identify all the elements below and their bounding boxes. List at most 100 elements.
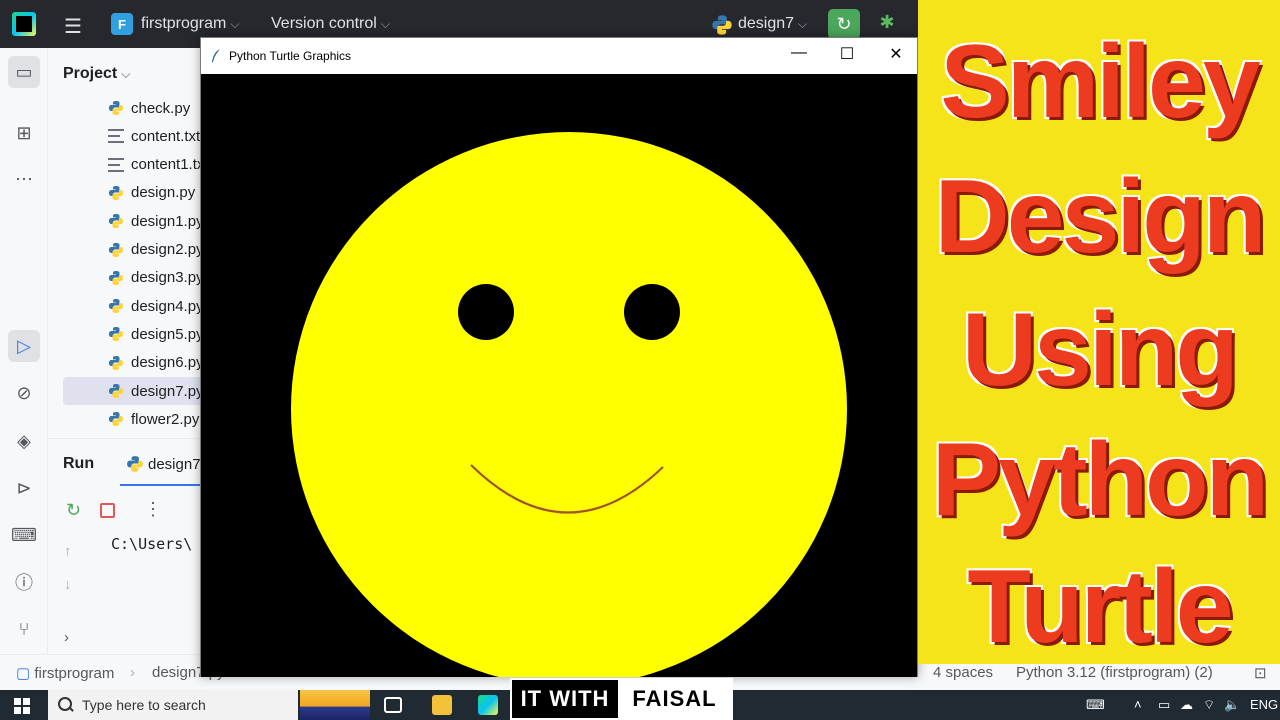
- more-icon: ⋯: [15, 168, 33, 189]
- python-icon: [109, 185, 123, 200]
- module-icon: ▢: [16, 665, 31, 682]
- more-options-icon[interactable]: ⋮: [144, 499, 162, 520]
- file-name: design.py: [131, 184, 196, 202]
- file-name: design6.py: [131, 354, 204, 372]
- services-button[interactable]: ⊳: [8, 472, 40, 504]
- python-icon: [109, 270, 123, 285]
- layers-icon: ◈: [17, 430, 31, 451]
- maximize-button[interactable]: ☐: [827, 44, 867, 68]
- tray-language-icon[interactable]: ENG: [1250, 697, 1278, 712]
- project-switcher[interactable]: firstprogram ⌵: [141, 15, 239, 33]
- active-tab-underline: [120, 484, 200, 486]
- file-name: design5.py: [131, 325, 204, 343]
- python-console-button[interactable]: ⊘: [8, 377, 40, 409]
- panel-divider: [48, 438, 208, 439]
- pycharm-taskbar-icon[interactable]: [478, 695, 498, 715]
- turtle-canvas: [201, 74, 917, 677]
- file-explorer-icon[interactable]: [432, 695, 452, 715]
- file-name: design7.py: [131, 382, 204, 400]
- task-view-icon[interactable]: [384, 697, 402, 713]
- channel-name-part2: FAISAL: [618, 680, 731, 718]
- problems-button[interactable]: ⓘ: [8, 566, 40, 598]
- banner-line-3: Using: [962, 292, 1239, 408]
- scroll-up-icon[interactable]: ↑: [64, 543, 72, 560]
- pycharm-logo-icon: [12, 12, 36, 36]
- text-file-icon: [108, 157, 124, 172]
- services-icon: ⊳: [16, 477, 32, 498]
- project-file-item[interactable]: design7.py: [63, 377, 213, 405]
- smiley-face: [291, 132, 847, 677]
- python-packages-button[interactable]: ◈: [8, 425, 40, 457]
- git-button[interactable]: ⑂: [8, 613, 40, 645]
- breadcrumb-project[interactable]: ▢ firstprogram: [16, 664, 114, 682]
- python-icon: [109, 299, 123, 314]
- rerun-run-button[interactable]: ↻: [66, 500, 81, 521]
- version-control-menu[interactable]: Version control ⌵: [271, 15, 390, 33]
- structure-tool-button[interactable]: ⊞: [8, 117, 40, 149]
- project-tool-button[interactable]: ▭: [8, 56, 40, 88]
- indent-setting[interactable]: 4 spaces: [933, 664, 993, 681]
- search-placeholder: Type here to search: [82, 697, 206, 713]
- thumbnail-title-banner: Smiley Design Using Python Turtle: [918, 0, 1280, 664]
- python-icon: [127, 456, 143, 472]
- file-name: content.txt: [131, 127, 201, 145]
- tool-window-strip: ▭ ⊞ ⋯ ▷ ⊘ ◈ ⊳ ⌨ ⓘ ⑂: [0, 48, 48, 654]
- debug-button[interactable]: ✱: [874, 12, 900, 36]
- python-icon: [109, 214, 123, 229]
- text-file-icon: [108, 129, 124, 144]
- scroll-down-icon[interactable]: ↓: [64, 576, 72, 593]
- interpreter-setting[interactable]: Python 3.12 (firstprogram) (2): [1016, 664, 1213, 681]
- run-configuration-selector[interactable]: design7 ⌵: [738, 15, 807, 33]
- banner-line-2: Design: [934, 159, 1267, 275]
- rerun-button[interactable]: ↻: [828, 9, 860, 39]
- lock-icon[interactable]: ⊡: [1254, 664, 1267, 682]
- chevron-down-icon: ⌵: [230, 17, 240, 31]
- left-eye: [458, 284, 514, 340]
- git-branch-icon: ⑂: [18, 618, 30, 639]
- file-name: content1.txt: [131, 156, 209, 174]
- turtle-graphics-window: Python Turtle Graphics — ☐ ✕: [200, 37, 918, 677]
- file-name: flower2.py: [131, 410, 200, 428]
- turtle-window-title: Python Turtle Graphics: [229, 49, 352, 63]
- project-badge[interactable]: F: [111, 13, 133, 35]
- tray-keyboard-icon[interactable]: ⌨: [1086, 697, 1105, 713]
- python-icon: [109, 412, 123, 427]
- channel-watermark: IT WITH FAISAL: [510, 678, 733, 720]
- stop-icon[interactable]: [100, 503, 115, 518]
- tray-volume-icon[interactable]: 🔈: [1224, 697, 1240, 713]
- weather-widget[interactable]: [300, 690, 370, 720]
- bug-icon: ✱: [879, 12, 895, 32]
- tray-display-icon[interactable]: ▭: [1158, 697, 1170, 713]
- run-icon: ▷: [17, 335, 31, 356]
- turtle-window-titlebar[interactable]: Python Turtle Graphics — ☐ ✕: [201, 38, 917, 74]
- tray-chevron-up-icon[interactable]: ˄: [1134, 697, 1142, 712]
- file-name: design3.py: [131, 269, 204, 287]
- taskbar-search-box[interactable]: Type here to search: [48, 690, 298, 720]
- more-tools-button[interactable]: ⋯: [8, 163, 40, 195]
- version-control-label: Version control: [271, 15, 377, 32]
- minimize-button[interactable]: —: [779, 44, 819, 68]
- main-menu-icon[interactable]: ☰: [64, 14, 82, 39]
- file-name: design2.py: [131, 241, 204, 258]
- project-panel-title-text: Project: [63, 65, 118, 82]
- terminal-button[interactable]: ⌨: [8, 519, 40, 551]
- run-tab[interactable]: design7: [126, 453, 206, 475]
- windows-start-icon[interactable]: [14, 698, 30, 714]
- problems-icon: ⓘ: [15, 573, 33, 593]
- project-panel-title[interactable]: Project ⌵: [63, 65, 130, 83]
- run-tool-button[interactable]: ▷: [8, 330, 40, 362]
- chevron-down-icon: ⌵: [798, 17, 808, 31]
- run-config-name: design7: [738, 15, 795, 32]
- close-button[interactable]: ✕: [876, 44, 916, 68]
- expand-icon[interactable]: ›: [64, 629, 69, 646]
- file-name: design4.py: [131, 297, 204, 315]
- feather-icon: [212, 49, 220, 63]
- rerun-icon: ↻: [836, 13, 852, 34]
- python-icon: [109, 101, 123, 115]
- run-panel-title: Run: [63, 455, 95, 472]
- terminal-icon: ⌨: [11, 524, 37, 545]
- breadcrumb-project-label: firstprogram: [34, 665, 115, 682]
- tray-wifi-icon[interactable]: ⌔: [1203, 697, 1215, 713]
- tray-cloud-icon[interactable]: ☁: [1180, 697, 1193, 713]
- python-icon: [109, 384, 123, 398]
